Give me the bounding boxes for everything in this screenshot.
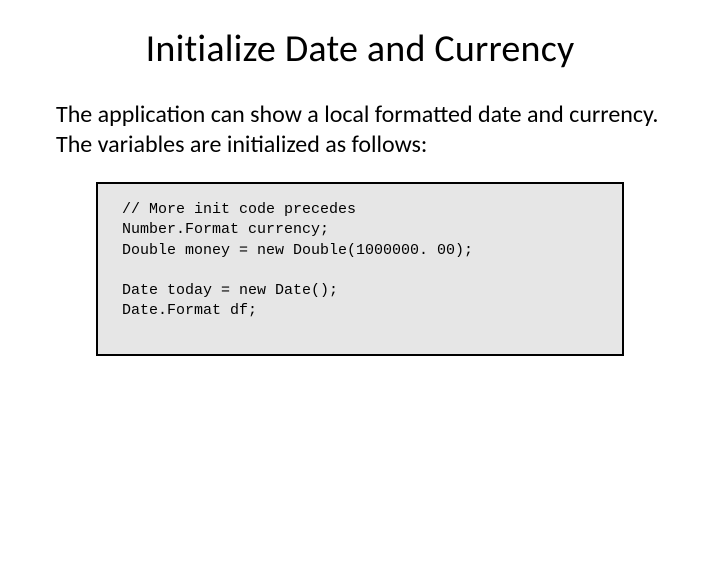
body-text: The application can show a local formatt…	[56, 100, 664, 160]
slide: Initialize Date and Currency The applica…	[0, 26, 720, 566]
slide-title: Initialize Date and Currency	[0, 26, 720, 72]
code-block: // More init code precedes Number.Format…	[96, 182, 624, 356]
